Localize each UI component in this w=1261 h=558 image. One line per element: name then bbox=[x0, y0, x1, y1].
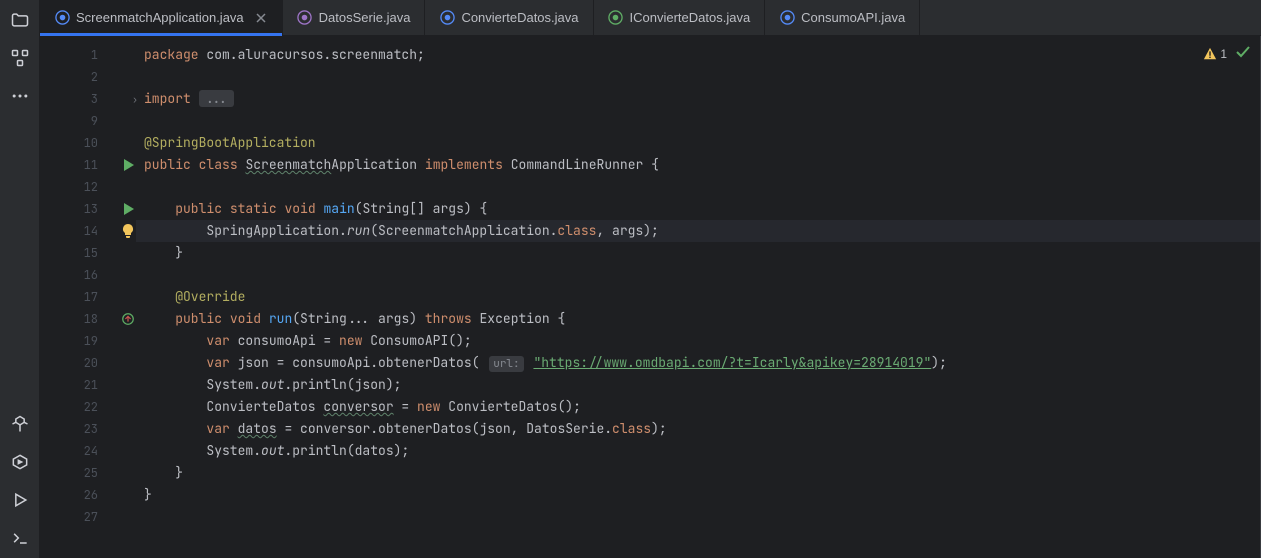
java-file-icon bbox=[608, 10, 624, 26]
editor-tab[interactable]: ConsumoAPI.java bbox=[765, 0, 920, 35]
check-icon bbox=[1235, 44, 1251, 63]
line-number: 20 bbox=[58, 355, 98, 371]
build-tool-icon[interactable] bbox=[8, 412, 32, 436]
services-tool-icon[interactable] bbox=[8, 450, 32, 474]
left-tool-rail bbox=[0, 0, 40, 558]
java-file-icon bbox=[779, 10, 795, 26]
editor-tab[interactable]: ConvierteDatos.java bbox=[425, 0, 593, 35]
warning-count: 1 bbox=[1220, 47, 1227, 61]
line-number: 25 bbox=[58, 465, 98, 481]
intention-bulb-icon[interactable] bbox=[120, 223, 136, 239]
line-number: 3 bbox=[58, 91, 98, 107]
line-number: 27 bbox=[58, 509, 98, 525]
java-file-icon bbox=[439, 10, 455, 26]
line-number: 18 bbox=[58, 311, 98, 327]
editor-tab[interactable]: DatosSerie.java bbox=[283, 0, 426, 35]
tab-label: ConvierteDatos.java bbox=[461, 10, 578, 25]
line-number: 11 bbox=[58, 157, 98, 173]
line-number: 16 bbox=[58, 267, 98, 283]
project-tool-icon[interactable] bbox=[8, 8, 32, 32]
line-number: 24 bbox=[58, 443, 98, 459]
override-icon[interactable] bbox=[120, 312, 136, 326]
tab-label: ScreenmatchApplication.java bbox=[76, 10, 244, 25]
editor-tab[interactable]: IConvierteDatos.java bbox=[594, 0, 766, 35]
line-number: 13 bbox=[58, 201, 98, 217]
tab-label: IConvierteDatos.java bbox=[630, 10, 751, 25]
editor-area: ScreenmatchApplication.java DatosSerie.ja… bbox=[40, 0, 1261, 558]
folded-imports[interactable]: ... bbox=[199, 90, 234, 107]
line-number: 23 bbox=[58, 421, 98, 437]
gutter: 1 2 3› 9 10 11 12 13 14 15 16 17 18 19 2… bbox=[40, 36, 136, 558]
line-number: 14 bbox=[58, 223, 98, 239]
warning-icon bbox=[1203, 47, 1217, 61]
line-number: 19 bbox=[58, 333, 98, 349]
param-hint: url: bbox=[489, 356, 523, 372]
more-tool-icon[interactable] bbox=[8, 84, 32, 108]
tab-label: ConsumoAPI.java bbox=[801, 10, 905, 25]
line-number: 17 bbox=[58, 289, 98, 305]
line-number: 12 bbox=[58, 179, 98, 195]
line-number: 21 bbox=[58, 377, 98, 393]
line-number: 2 bbox=[58, 69, 98, 85]
line-number: 1 bbox=[58, 47, 98, 63]
run-tool-icon[interactable] bbox=[8, 488, 32, 512]
java-file-icon bbox=[297, 10, 313, 26]
line-number: 15 bbox=[58, 245, 98, 261]
terminal-tool-icon[interactable] bbox=[8, 526, 32, 550]
line-number: 22 bbox=[58, 399, 98, 415]
line-number: 26 bbox=[58, 487, 98, 503]
tab-bar: ScreenmatchApplication.java DatosSerie.ja… bbox=[40, 0, 1261, 36]
code-editor[interactable]: package com.aluracursos.screenmatch; imp… bbox=[136, 36, 1261, 558]
inspection-status[interactable]: 1 bbox=[1203, 44, 1251, 63]
java-file-icon bbox=[54, 10, 70, 26]
close-tab-icon[interactable] bbox=[254, 11, 268, 25]
run-class-icon[interactable] bbox=[120, 157, 136, 173]
line-number: 10 bbox=[58, 135, 98, 151]
editor-tab[interactable]: ScreenmatchApplication.java bbox=[40, 0, 283, 35]
line-number: 9 bbox=[58, 113, 98, 129]
structure-tool-icon[interactable] bbox=[8, 46, 32, 70]
tab-label: DatosSerie.java bbox=[319, 10, 411, 25]
run-method-icon[interactable] bbox=[120, 201, 136, 217]
